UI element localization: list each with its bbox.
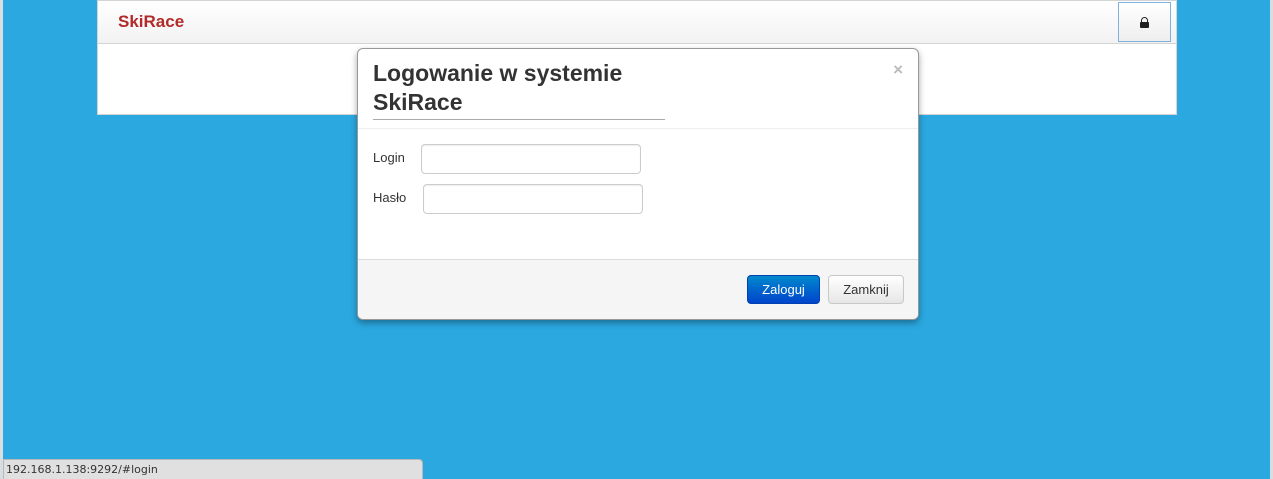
close-button[interactable]: Zamknij bbox=[828, 275, 904, 304]
brand-link[interactable]: SkiRace bbox=[118, 12, 184, 32]
password-input[interactable] bbox=[423, 184, 643, 214]
submit-button[interactable]: Zaloguj bbox=[747, 275, 820, 304]
login-button[interactable] bbox=[1118, 2, 1171, 42]
login-label: Login bbox=[373, 150, 405, 165]
lock-icon bbox=[1140, 16, 1149, 28]
window-frame-left bbox=[0, 0, 3, 479]
password-label: Hasło bbox=[373, 190, 407, 205]
login-input[interactable] bbox=[421, 144, 641, 174]
login-modal: Logowanie w systemie SkiRace × Login Has… bbox=[357, 48, 919, 320]
close-icon[interactable]: × bbox=[893, 61, 903, 78]
modal-footer: Zaloguj Zamknij bbox=[358, 259, 918, 319]
navbar: SkiRace bbox=[98, 1, 1176, 44]
status-bar-url: 192.168.1.138:9292/#login bbox=[3, 459, 423, 479]
modal-header: Logowanie w systemie SkiRace × bbox=[358, 49, 918, 129]
modal-title: Logowanie w systemie SkiRace bbox=[373, 59, 665, 120]
